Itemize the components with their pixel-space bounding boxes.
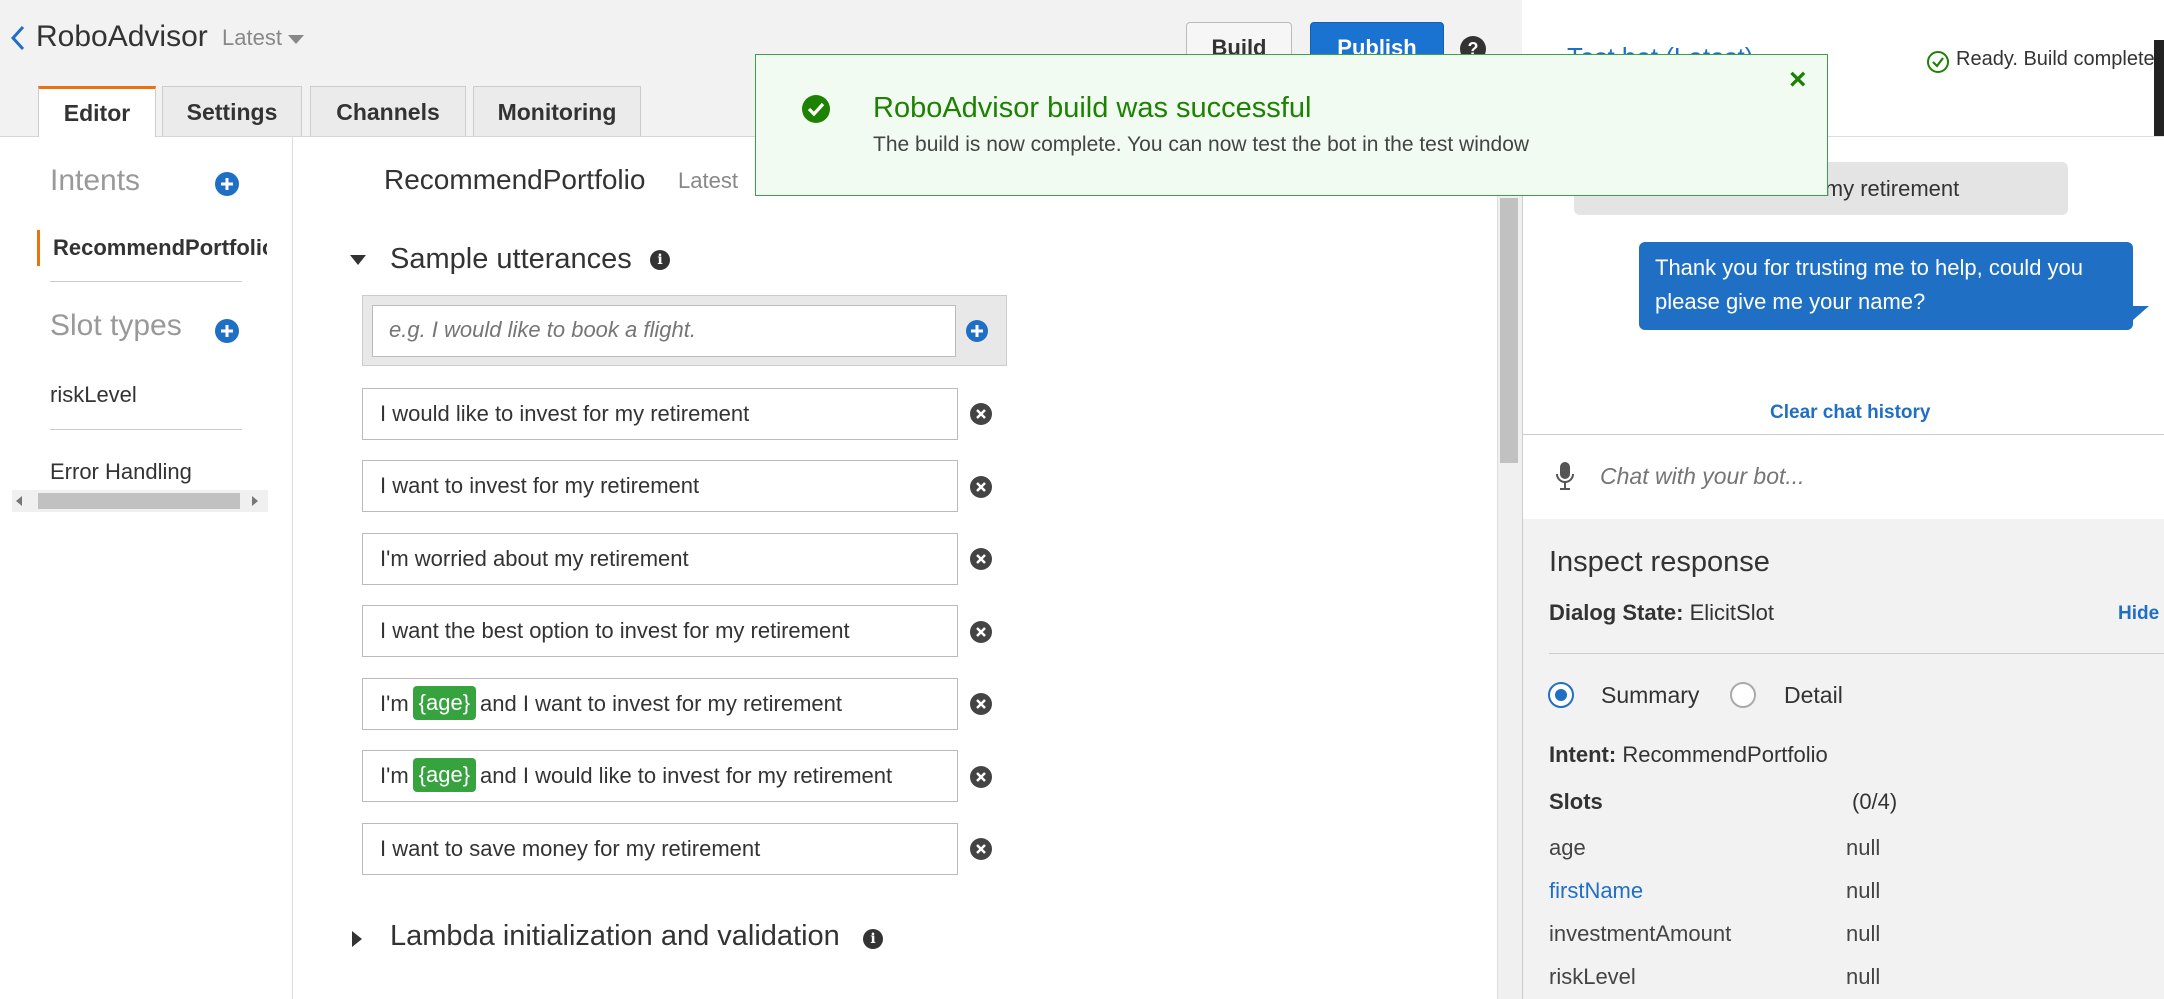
- summary-radio[interactable]: [1548, 682, 1574, 708]
- dialog-state-value: ElicitSlot: [1689, 600, 1774, 625]
- intent-label: Intent:: [1549, 742, 1617, 767]
- slot-tag-age[interactable]: {age}: [412, 758, 477, 793]
- notification-message: The build is now complete. You can now t…: [873, 133, 1530, 156]
- remove-utterance-icon[interactable]: [970, 766, 992, 788]
- utterance-item[interactable]: I want the best option to invest for my …: [362, 605, 958, 657]
- active-intent-marker: [37, 230, 40, 266]
- add-slot-type-icon[interactable]: [215, 319, 239, 343]
- check-circle-icon: [1926, 50, 1950, 74]
- slot-name: investmentAmount: [1549, 921, 1732, 946]
- bot-version-dropdown[interactable]: Latest: [222, 25, 304, 51]
- build-status-text: Ready. Build complete: [1956, 48, 2155, 70]
- left-sidebar: [0, 137, 293, 999]
- tab-settings[interactable]: Settings: [162, 86, 302, 136]
- utterance-item[interactable]: I'm {age} and I want to invest for my reti…: [362, 678, 958, 730]
- scroll-right-arrow-icon[interactable]: [252, 496, 258, 506]
- success-check-icon: [801, 94, 831, 124]
- clear-chat-history-link[interactable]: Clear chat history: [1770, 402, 1931, 424]
- bot-name-title: RoboAdvisor: [36, 20, 208, 53]
- remove-utterance-icon[interactable]: [970, 403, 992, 425]
- add-utterance-icon[interactable]: [966, 320, 988, 342]
- bot-chat-bubble: Thank you for trusting me to help, could…: [1639, 242, 2133, 330]
- slots-count: (0/4): [1852, 789, 1898, 814]
- remove-utterance-icon[interactable]: [970, 693, 992, 715]
- remove-utterance-icon[interactable]: [970, 838, 992, 860]
- back-chevron-icon[interactable]: [8, 22, 28, 54]
- dialog-state-label: Dialog State:: [1549, 600, 1684, 625]
- collapse-caret-icon[interactable]: [350, 255, 366, 265]
- utterance-input-wrap: [372, 305, 956, 357]
- notification-title: RoboAdvisor build was successful: [873, 92, 1312, 124]
- scrollbar-thumb[interactable]: [38, 493, 240, 509]
- tab-monitoring[interactable]: Monitoring: [473, 86, 641, 136]
- expand-caret-icon[interactable]: [352, 931, 362, 947]
- utterance-item[interactable]: I want to invest for my retirement: [362, 460, 958, 512]
- slot-name: riskLevel: [1549, 964, 1636, 989]
- utterance-text: I want to save money for my retirement: [380, 836, 761, 861]
- panel-edge: [2154, 40, 2164, 136]
- intent-value: RecommendPortfolio: [1622, 742, 1828, 767]
- sample-utterances-heading[interactable]: Sample utterances: [390, 243, 632, 276]
- sidebar-item-recommendportfolio[interactable]: RecommendPortfolio: [53, 235, 267, 261]
- summary-radio-label[interactable]: Summary: [1601, 682, 1699, 709]
- sidebar-item-error-handling[interactable]: Error Handling: [50, 459, 192, 485]
- utterance-item[interactable]: I want to save money for my retirement: [362, 823, 958, 875]
- slot-value: null: [1846, 835, 1881, 860]
- intent-version-dropdown[interactable]: Latest: [678, 168, 738, 194]
- slot-value: null: [1846, 878, 1881, 903]
- utterance-text: I want to invest for my retirement: [380, 473, 700, 498]
- utterance-text-pre: I'm: [380, 691, 409, 716]
- remove-utterance-icon[interactable]: [970, 548, 992, 570]
- info-icon[interactable]: i: [863, 929, 883, 949]
- remove-utterance-icon[interactable]: [970, 621, 992, 643]
- utterance-text-post: and I would like to invest for my retire…: [480, 763, 893, 788]
- intent-title: RecommendPortfolio: [384, 164, 646, 195]
- slot-name: age: [1549, 835, 1586, 860]
- sidebar-horizontal-scrollbar[interactable]: [12, 490, 268, 512]
- utterance-text-pre: I'm: [380, 763, 409, 788]
- lambda-section-heading[interactable]: Lambda initialization and validation: [390, 920, 840, 953]
- slot-types-heading: Slot types: [50, 309, 182, 342]
- hide-link[interactable]: Hide: [2118, 603, 2159, 625]
- utterance-text: I would like to invest for my retirement: [380, 401, 750, 426]
- caret-down-icon: [287, 34, 304, 44]
- inspect-response-heading: Inspect response: [1549, 546, 1770, 578]
- utterance-text: I'm worried about my retirement: [380, 546, 689, 571]
- slot-name: firstName: [1549, 878, 1644, 903]
- detail-radio[interactable]: [1730, 682, 1756, 708]
- utterance-item[interactable]: I would like to invest for my retirement: [362, 388, 958, 440]
- slot-value: null: [1846, 921, 1881, 946]
- sidebar-item-risklevel[interactable]: riskLevel: [50, 382, 137, 408]
- microphone-icon[interactable]: [1554, 460, 1576, 492]
- divider: [50, 429, 242, 430]
- slots-label: Slots: [1549, 789, 1603, 814]
- intent-row: Intent: RecommendPortfolio: [1549, 742, 1828, 768]
- divider: [1549, 653, 2164, 654]
- dialog-state-row: Dialog State: ElicitSlot: [1549, 600, 1774, 626]
- build-success-notification: [755, 54, 1828, 196]
- utterance-item[interactable]: I'm worried about my retirement: [362, 533, 958, 585]
- info-icon[interactable]: i: [650, 250, 670, 270]
- remove-utterance-icon[interactable]: [970, 476, 992, 498]
- close-icon[interactable]: ×: [1789, 65, 1807, 95]
- editor-scrollbar-thumb[interactable]: [1500, 198, 1518, 463]
- tab-channels[interactable]: Channels: [310, 86, 466, 136]
- chat-input[interactable]: [1598, 450, 2142, 502]
- utterance-text: I want the best option to invest for my …: [380, 618, 850, 643]
- bubble-tail: [2133, 306, 2149, 320]
- detail-radio-label[interactable]: Detail: [1784, 682, 1843, 709]
- new-utterance-input[interactable]: [373, 306, 949, 354]
- utterance-item[interactable]: I'm {age} and I would like to invest for m…: [362, 750, 958, 802]
- intents-heading: Intents: [50, 164, 141, 197]
- add-intent-icon[interactable]: [215, 172, 239, 196]
- slot-value: null: [1846, 964, 1881, 989]
- bot-version-label: Latest: [222, 25, 282, 50]
- utterance-text-post: and I want to invest for my retirement: [480, 691, 842, 716]
- divider: [50, 281, 242, 282]
- tab-editor[interactable]: Editor: [38, 86, 156, 137]
- scroll-left-arrow-icon[interactable]: [16, 496, 22, 506]
- slot-tag-age[interactable]: {age}: [412, 686, 477, 721]
